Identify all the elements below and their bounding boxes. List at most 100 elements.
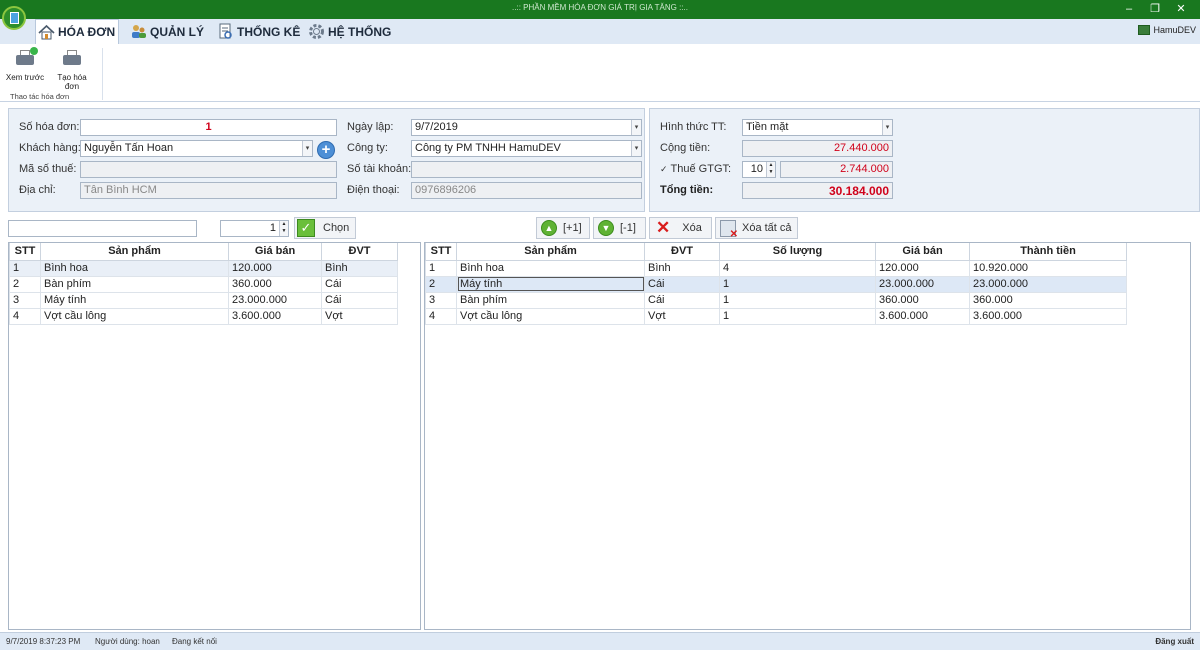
table-cell: Cái	[321, 275, 398, 293]
table-cell: 360.000	[228, 275, 322, 293]
account-label: Số tài khoản:	[347, 163, 412, 175]
app-logo-icon[interactable]	[2, 6, 26, 30]
address-label: Địa chỉ:	[19, 184, 56, 196]
product-search-input[interactable]	[8, 220, 197, 237]
logout-button[interactable]: Đăng xuất	[1155, 637, 1194, 646]
column-header[interactable]: ĐVT	[321, 243, 398, 261]
table-row[interactable]: 2 Bàn phím 360.000 Cái	[9, 275, 398, 293]
table-cell: 1	[425, 259, 457, 277]
table-row[interactable]: 1 Bình hoa 120.000 Bình	[9, 259, 398, 277]
table-cell: 10.920.000	[969, 259, 1127, 277]
invoice-items-grid[interactable]: STT Sản phẩm ĐVT Số lượng Giá bán Thành …	[424, 242, 1191, 630]
minimize-icon[interactable]: –	[1122, 2, 1136, 16]
table-cell: 3	[425, 291, 457, 309]
date-value: 9/7/2019	[415, 121, 458, 133]
ribbon-panel: Xem trước Tạo hóa đơn	[0, 44, 1200, 102]
delete-all-button[interactable]: ✕ Xóa tất cả	[715, 217, 798, 240]
dropdown-arrow-icon[interactable]: ▾	[302, 141, 312, 156]
title-bar: ..:: PHẦN MỀM HÓA ĐƠN GIÁ TRỊ GIA TĂNG :…	[0, 0, 1200, 19]
table-cell: Vợt cầu lông	[40, 307, 229, 325]
decrease-button[interactable]: ▼ [-1]	[593, 217, 646, 239]
subtotal-label: Cộng tiền:	[660, 142, 711, 154]
status-user: Người dùng: hoan	[95, 637, 160, 646]
vat-rate-stepper[interactable]: 10 ▲ ▼	[742, 161, 776, 178]
preview-button[interactable]: Xem trước	[3, 47, 47, 82]
table-cell: 1	[719, 275, 876, 293]
column-header[interactable]: Thành tiền	[969, 243, 1127, 261]
table-row[interactable]: 4 Vợt cầu lông Vợt 1 3.600.000 3.600.000	[425, 307, 1127, 325]
column-header[interactable]: Sản phẩm	[40, 243, 229, 261]
dropdown-arrow-icon[interactable]: ▾	[882, 120, 892, 135]
table-cell: Máy tính	[456, 275, 645, 293]
printer-icon	[62, 50, 82, 68]
delete-all-label: Xóa tất cả	[742, 222, 792, 234]
tab-label: THỐNG KÊ	[237, 24, 301, 39]
gear-icon	[308, 23, 325, 40]
create-label: Tạo hóa đơn	[57, 73, 87, 91]
spin-arrows-icon[interactable]: ▲ ▼	[766, 162, 775, 177]
invoice-number-field[interactable]: 1	[80, 119, 337, 136]
company-label: Công ty:	[347, 142, 388, 154]
table-cell: Bình	[644, 259, 720, 277]
increase-button[interactable]: ▲ [+1]	[536, 217, 590, 239]
table-cell: 23.000.000	[969, 275, 1127, 293]
column-header[interactable]: Giá bán	[228, 243, 322, 261]
customer-select[interactable]: Nguyễn Tấn Hoan ▾	[80, 140, 313, 157]
column-header[interactable]: Sản phẩm	[456, 243, 645, 261]
subtotal-field: 27.440.000	[742, 140, 893, 157]
spin-arrows-icon[interactable]: ▲ ▼	[279, 221, 288, 236]
tab-he-thong[interactable]: HỆ THỐNG	[306, 19, 392, 44]
column-header[interactable]: ĐVT	[644, 243, 720, 261]
vat-amount-field: 2.744.000	[780, 161, 893, 178]
table-row[interactable]: 3 Bàn phím Cái 1 360.000 360.000	[425, 291, 1127, 309]
company-select[interactable]: Công ty PM TNHH HamuDEV ▾	[411, 140, 642, 157]
tab-hoa-don[interactable]: HÓA ĐƠN	[35, 19, 119, 44]
dropdown-arrow-icon[interactable]: ▾	[631, 120, 641, 135]
table-cell: Bàn phím	[456, 291, 645, 309]
table-cell: Vợt	[644, 307, 720, 325]
quantity-stepper[interactable]: 1 ▲ ▼	[220, 220, 289, 237]
table-row[interactable]: 1 Bình hoa Bình 4 120.000 10.920.000	[425, 259, 1127, 277]
customer-value: Nguyễn Tấn Hoan	[84, 142, 174, 154]
choose-button[interactable]: ✓ Chọn	[294, 217, 356, 239]
vat-rate-value: 10	[750, 163, 763, 175]
table-cell: 3.600.000	[969, 307, 1127, 325]
table-cell: 23.000.000	[228, 291, 322, 309]
company-value: Công ty PM TNHH HamuDEV	[415, 142, 561, 154]
create-invoice-button[interactable]: Tạo hóa đơn	[50, 50, 94, 91]
table-cell: 23.000.000	[875, 275, 970, 293]
restore-icon[interactable]: ❐	[1148, 2, 1162, 16]
taxcode-field[interactable]	[80, 161, 337, 178]
report-icon	[217, 23, 234, 40]
table-cell: 4	[719, 259, 876, 277]
column-header[interactable]: STT	[425, 243, 457, 261]
dropdown-arrow-icon[interactable]: ▾	[631, 141, 641, 156]
tab-thong-ke[interactable]: THỐNG KÊ	[215, 19, 301, 44]
column-header[interactable]: STT	[9, 243, 41, 261]
product-grid[interactable]: STT Sản phẩm Giá bán ĐVT 1 Bình hoa 120.…	[8, 242, 421, 630]
table-row[interactable]: 4 Vợt cầu lông 3.600.000 Vợt	[9, 307, 398, 325]
delete-all-icon: ✕	[720, 219, 738, 240]
column-header[interactable]: Số lượng	[719, 243, 876, 261]
column-header[interactable]: Giá bán	[875, 243, 970, 261]
payment-method-select[interactable]: Tiền mặt ▾	[742, 119, 893, 136]
table-cell: 360.000	[969, 291, 1127, 309]
table-cell: 120.000	[875, 259, 970, 277]
check-icon: ✓	[297, 219, 315, 237]
vat-checkbox[interactable]: ✓ Thuế GTGT:	[660, 163, 731, 175]
address-field[interactable]: Tân Bình HCM	[80, 182, 337, 199]
table-row[interactable]: 3 Máy tính 23.000.000 Cái	[9, 291, 398, 309]
account-field[interactable]	[411, 161, 642, 178]
table-row[interactable]: 2 Máy tính Cái 1 23.000.000 23.000.000	[425, 275, 1127, 293]
table-cell: 3	[9, 291, 41, 309]
table-cell: Vợt	[321, 307, 398, 325]
add-customer-icon[interactable]: +	[317, 141, 335, 159]
ribbon-group-label: Thao tác hóa đơn	[10, 92, 70, 101]
delete-button[interactable]: ✕ Xóa	[649, 217, 712, 239]
table-cell: Cái	[644, 291, 720, 309]
table-cell: 1	[9, 259, 41, 277]
date-picker[interactable]: 9/7/2019 ▾	[411, 119, 642, 136]
phone-field[interactable]: 0976896206	[411, 182, 642, 199]
tab-quan-ly[interactable]: QUẢN LÝ	[128, 19, 206, 44]
close-icon[interactable]: ✕	[1174, 2, 1188, 16]
